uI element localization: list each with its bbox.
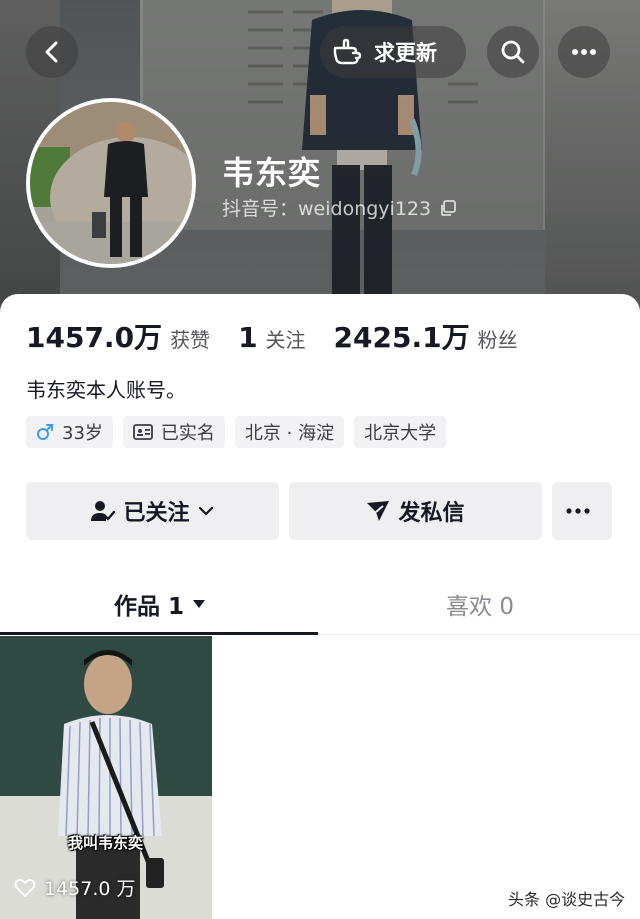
followers-label: 粉丝 bbox=[477, 328, 518, 352]
ellipsis-icon bbox=[566, 508, 590, 514]
tab-works[interactable]: 作品 1 bbox=[0, 574, 320, 635]
video-thumbnail[interactable]: 我叫韦东奕 1457.0 万 bbox=[0, 636, 212, 919]
avatar-photo bbox=[30, 102, 192, 264]
tab-works-label: 作品 1 bbox=[113, 594, 184, 620]
video-caption: 我叫韦东奕 bbox=[68, 834, 144, 852]
likes-label: 获赞 bbox=[170, 328, 211, 352]
caret-down-icon bbox=[193, 600, 205, 608]
avatar[interactable] bbox=[26, 98, 196, 268]
id-card-icon bbox=[133, 424, 153, 440]
search-icon bbox=[501, 40, 525, 64]
request-update-label: 求更新 bbox=[374, 41, 437, 65]
tag-school-text: 北京大学 bbox=[364, 423, 437, 444]
profile-tags: 33岁 已实名 北京 · 海淀 北京大学 bbox=[26, 416, 447, 448]
douyin-id: 抖音号：weidongyi123 bbox=[222, 194, 457, 221]
chevron-left-icon bbox=[45, 41, 58, 63]
request-update-button[interactable]: 求更新 bbox=[320, 26, 466, 78]
video-like-count-text: 1457.0 万 bbox=[44, 878, 136, 900]
following-count[interactable]: 1 bbox=[238, 321, 257, 354]
profile-actions: 已关注 发私信 bbox=[26, 482, 612, 540]
more-options-button[interactable] bbox=[558, 26, 610, 78]
tag-verified-text: 已实名 bbox=[160, 423, 215, 444]
tag-location[interactable]: 北京 · 海淀 bbox=[234, 416, 345, 448]
profile-name: 韦东奕 bbox=[222, 154, 322, 192]
following-label: 关注 bbox=[265, 328, 306, 352]
profile-tabs: 作品 1 喜欢 0 bbox=[0, 574, 640, 635]
search-button[interactable] bbox=[487, 26, 539, 78]
followers-count[interactable]: 2425.1万 bbox=[334, 316, 470, 356]
profile-stats: 1457.0万 获赞 1 关注 2425.1万 粉丝 bbox=[26, 316, 518, 356]
tab-likes-label: 喜欢 0 bbox=[446, 594, 514, 620]
chevron-down-icon bbox=[198, 506, 213, 516]
tag-age-text: 33岁 bbox=[62, 423, 103, 444]
watermark: 头条 @谈史古今 bbox=[508, 890, 626, 909]
ellipsis-icon bbox=[572, 49, 596, 55]
send-message-label: 发私信 bbox=[398, 501, 465, 526]
video-like-count: 1457.0 万 bbox=[14, 874, 136, 901]
pointing-hand-icon bbox=[333, 38, 362, 65]
tag-location-text: 北京 · 海淀 bbox=[244, 423, 335, 444]
following-button-label: 已关注 bbox=[123, 501, 190, 526]
following-button[interactable]: 已关注 bbox=[26, 482, 279, 540]
bio: 韦东奕本人账号。 bbox=[26, 378, 186, 402]
user-check-icon bbox=[91, 501, 116, 521]
profile-sheet: 1457.0万 获赞 1 关注 2425.1万 粉丝 韦东奕本人账号。 33岁 … bbox=[0, 294, 640, 919]
tag-school[interactable]: 北京大学 bbox=[354, 416, 447, 448]
send-message-button[interactable]: 发私信 bbox=[289, 482, 542, 540]
likes-count[interactable]: 1457.0万 bbox=[26, 316, 162, 356]
copy-icon[interactable] bbox=[439, 199, 457, 217]
tag-age: 33岁 bbox=[26, 416, 113, 448]
back-button[interactable] bbox=[26, 26, 78, 78]
heart-icon bbox=[14, 878, 36, 897]
douyin-id-text: 抖音号：weidongyi123 bbox=[222, 198, 432, 220]
male-icon bbox=[37, 424, 53, 440]
tag-verified: 已实名 bbox=[122, 416, 225, 448]
action-more-button[interactable] bbox=[552, 482, 612, 540]
paper-plane-icon bbox=[367, 501, 390, 521]
tab-likes[interactable]: 喜欢 0 bbox=[320, 574, 640, 634]
